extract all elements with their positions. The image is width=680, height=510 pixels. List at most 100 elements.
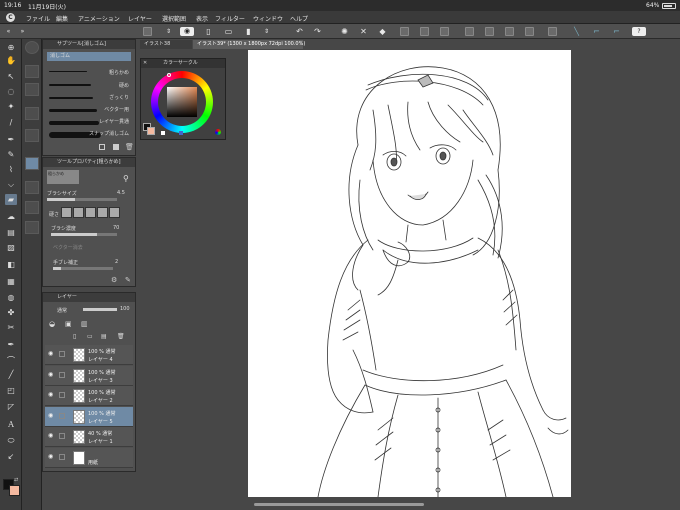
layer-lock-checkbox[interactable]	[59, 433, 65, 439]
hue-ring[interactable]	[151, 71, 213, 133]
transparent-chip[interactable]	[161, 131, 165, 135]
visibility-eye-icon[interactable]: ◉	[48, 371, 54, 378]
layer-row[interactable]: ◉ 100 % 通常 レイヤー 3	[45, 365, 133, 386]
copy-subtool-icon[interactable]	[113, 144, 119, 150]
pen-tool-icon[interactable]: ✒	[5, 134, 17, 145]
text-icon[interactable]: A	[5, 419, 17, 430]
transform-icon[interactable]	[465, 27, 474, 36]
eraser-tool-icon[interactable]: ▰	[5, 194, 17, 205]
undo-icon[interactable]: ↶	[295, 27, 304, 36]
brush-tool-icon[interactable]: ⌇	[5, 164, 17, 175]
operation-icon[interactable]: ✂	[5, 322, 17, 333]
visibility-eye-icon[interactable]: ◉	[48, 392, 54, 398]
wrench-icon[interactable]: ✎	[125, 276, 131, 284]
layer-row[interactable]: ◉ 用紙	[45, 447, 133, 468]
shape-icon[interactable]: ⌒	[5, 355, 17, 366]
brush-group-icon[interactable]	[25, 181, 39, 194]
opacity-slider[interactable]	[83, 308, 117, 311]
arrow-icon[interactable]: ⇕	[262, 27, 271, 36]
wand-icon[interactable]: ✦	[5, 101, 17, 112]
redo-icon[interactable]: ↷	[313, 27, 322, 36]
tab-illustration-38[interactable]: イラスト38	[140, 40, 192, 49]
scale-icon[interactable]	[485, 27, 494, 36]
menu-window[interactable]: ウィンドウ	[253, 14, 283, 23]
clear-icon[interactable]: ✕	[359, 27, 368, 36]
fill-icon[interactable]: ◆	[378, 27, 387, 36]
layer-lock-checkbox[interactable]	[59, 392, 65, 398]
merge-icon[interactable]: ▤	[101, 333, 107, 340]
frame-icon[interactable]: ✤	[5, 307, 17, 318]
brush-item-soft[interactable]: 粗らかめ	[109, 69, 129, 76]
hardness-level-4[interactable]	[97, 207, 108, 218]
brush-item-hard[interactable]: 硬め	[119, 82, 129, 89]
mask-icon[interactable]: ▥	[81, 320, 88, 328]
selected-group-icon[interactable]	[25, 157, 39, 170]
brush-item-vector[interactable]: ベクター用	[104, 106, 129, 113]
close-icon[interactable]: ✕	[143, 60, 147, 66]
swap-color-icon[interactable]: ⇄	[14, 477, 18, 483]
dots-icon[interactable]	[25, 129, 39, 142]
delete-layer-icon[interactable]: 🗑	[117, 333, 125, 340]
color-mode-icon[interactable]	[215, 129, 221, 135]
arrow-up-down-icon[interactable]: ⇕	[164, 27, 173, 36]
gradient-icon[interactable]: ▨	[5, 242, 17, 253]
eye-view-icon[interactable]: ◉	[180, 27, 194, 36]
hardness-level-5[interactable]	[109, 207, 120, 218]
airbrush-icon[interactable]: ⌵	[5, 179, 17, 190]
pen-icon[interactable]: ⌐	[592, 27, 601, 36]
spray-group-icon[interactable]	[25, 201, 39, 214]
visibility-eye-icon[interactable]: ◉	[48, 453, 54, 460]
grid-view-icon[interactable]	[143, 27, 152, 36]
layer-row[interactable]: ◉ 100 % 通常 レイヤー 2	[45, 386, 133, 406]
hardness-level-2[interactable]	[73, 207, 84, 218]
menu-layer[interactable]: レイヤー	[128, 14, 152, 23]
layer-lock-checkbox[interactable]	[59, 371, 65, 378]
new-subtool-icon[interactable]	[99, 144, 105, 150]
texture-icon[interactable]	[25, 83, 39, 96]
density-slider[interactable]	[51, 233, 117, 236]
layer-lock-checkbox[interactable]	[59, 453, 65, 460]
brush-icon[interactable]: ⌐	[612, 27, 621, 36]
hand-icon[interactable]: ✋	[5, 55, 17, 66]
subtool-category-tab[interactable]: 消しゴム	[47, 52, 131, 61]
crop-icon[interactable]	[440, 27, 449, 36]
deselect-icon[interactable]	[420, 27, 429, 36]
save-icon[interactable]: ▮	[244, 27, 253, 36]
layer-lock-checkbox[interactable]	[59, 351, 65, 357]
brush-item-rough[interactable]: ざっくり	[109, 94, 129, 101]
vector-icon[interactable]: ╲	[572, 27, 581, 36]
help-icon[interactable]: ?	[632, 27, 646, 36]
layer-lock-checkbox[interactable]	[59, 412, 65, 419]
visibility-eye-icon[interactable]: ◉	[48, 351, 54, 357]
brush-size-slider[interactable]	[47, 198, 117, 201]
correction-icon[interactable]: ↙	[5, 451, 17, 462]
menu-filter[interactable]: フィルター	[215, 14, 245, 23]
line-icon[interactable]: ╱	[5, 369, 17, 380]
menu-animation[interactable]: アニメーション	[78, 14, 120, 23]
layer-row[interactable]: ◉ 100 % 通常 レイヤー 5	[45, 406, 133, 427]
lock-icon[interactable]: ▣	[65, 320, 72, 328]
new-file-icon[interactable]: ▯	[204, 27, 213, 36]
text-tool-icon[interactable]: ◍	[5, 292, 17, 303]
new-layer-icon[interactable]: ▯	[73, 333, 76, 340]
hsv-toggle-icon[interactable]	[179, 131, 183, 135]
collapse-left-icon[interactable]: «	[4, 27, 13, 36]
stabilization-slider[interactable]	[53, 267, 113, 270]
ruler-icon[interactable]	[548, 27, 557, 36]
strip-icon[interactable]	[25, 107, 39, 120]
brush-item-layer-through[interactable]: レイヤー貫通	[99, 118, 129, 125]
menu-selection[interactable]: 選択範囲	[162, 14, 186, 23]
collapse-right-icon[interactable]: »	[18, 27, 27, 36]
rotate-icon[interactable]	[505, 27, 514, 36]
pen-nib-icon[interactable]: ✒	[5, 339, 17, 350]
hue-handle[interactable]	[167, 73, 171, 77]
app-logo-icon[interactable]: C	[6, 13, 15, 22]
hardness-level-3[interactable]	[85, 207, 96, 218]
saturation-value-square[interactable]	[167, 87, 197, 117]
flip-icon[interactable]	[525, 27, 534, 36]
balloon-icon[interactable]: ◰	[5, 385, 17, 396]
pencil-tool-icon[interactable]: ✎	[5, 149, 17, 160]
ruler-tool-icon[interactable]: ▦	[5, 276, 17, 287]
view-icon[interactable]	[25, 41, 39, 54]
search-icon[interactable]: ⚲	[123, 174, 129, 183]
